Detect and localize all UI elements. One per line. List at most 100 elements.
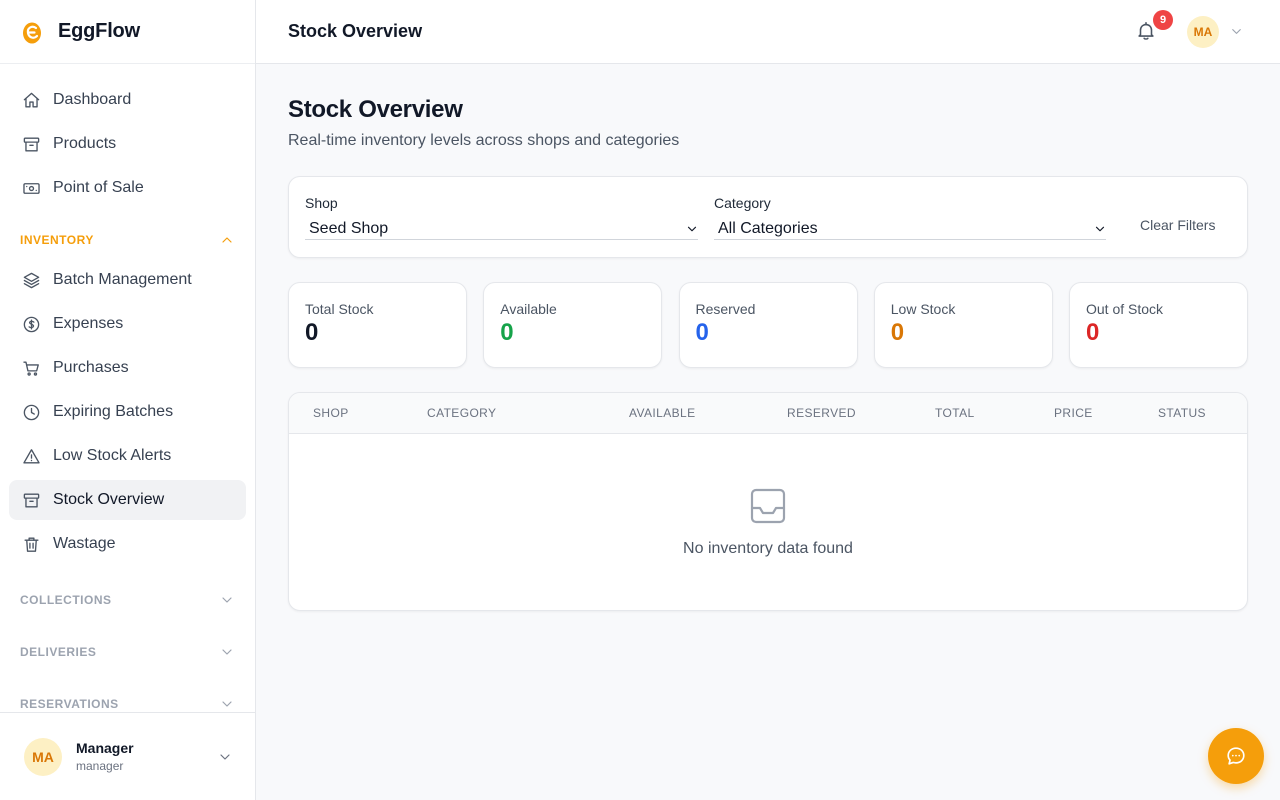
sidebar-item-expenses[interactable]: Expenses xyxy=(9,304,246,344)
sidebar-item-point-of-sale[interactable]: Point of Sale xyxy=(9,168,246,208)
avatar: MA xyxy=(1187,15,1219,48)
trash-icon xyxy=(21,534,41,554)
category-select-value: All Categories xyxy=(718,219,818,237)
column-header-category[interactable]: CATEGORY xyxy=(427,406,496,420)
user-info: Manager manager xyxy=(76,740,217,773)
stat-label: Low Stock xyxy=(890,301,956,317)
dollar-icon xyxy=(21,314,41,334)
sidebar-item-label: Wastage xyxy=(53,535,116,552)
sidebar-item-stock-overview[interactable]: Stock Overview xyxy=(9,480,246,520)
stat-label: Total Stock xyxy=(305,301,374,317)
shop-select-value: Seed Shop xyxy=(309,219,389,237)
sidebar-item-label: Products xyxy=(53,135,117,152)
column-header-total[interactable]: TOTAL xyxy=(935,406,975,420)
stats-cards: Total Stock 0 Available 0 Reserved 0 Low… xyxy=(288,282,1248,368)
chevron-down-icon xyxy=(687,226,697,231)
stat-value: 0 xyxy=(695,319,709,346)
sidebar-item-expiring-batches[interactable]: Expiring Batches xyxy=(9,392,246,432)
archive-icon xyxy=(21,490,41,510)
section-collections-toggle[interactable]: COLLECTIONS xyxy=(0,580,255,620)
section-title: RESERVATIONS xyxy=(20,697,119,711)
stat-value: 0 xyxy=(890,319,905,346)
category-filter: Category All Categories xyxy=(714,195,1106,240)
shop-filter: Shop Seed Shop xyxy=(305,195,698,240)
page-header-title: Stock Overview xyxy=(288,21,423,41)
table-header: SHOP CATEGORY AVAILABLE RESERVED TOTAL P… xyxy=(289,393,1247,434)
section-deliveries-toggle[interactable]: DELIVERIES xyxy=(0,632,255,672)
brand[interactable]: EggFlow xyxy=(0,0,255,64)
inbox-icon xyxy=(750,488,786,524)
stat-value: 0 xyxy=(1086,319,1100,346)
chevron-down-icon xyxy=(222,701,232,707)
clock-icon xyxy=(21,402,41,422)
column-header-shop[interactable]: SHOP xyxy=(313,406,349,420)
sidebar: EggFlow Dashboard Products Point of Sale… xyxy=(0,0,256,800)
user-role: manager xyxy=(76,759,124,773)
alert-triangle-icon xyxy=(21,446,41,466)
empty-state: No inventory data found xyxy=(289,434,1247,558)
sidebar-item-wastage[interactable]: Wastage xyxy=(9,524,246,564)
section-title: COLLECTIONS xyxy=(20,593,112,607)
chevron-down-icon xyxy=(222,649,232,655)
avatar: MA xyxy=(24,737,62,776)
topbar: Stock Overview 9 MA xyxy=(256,0,1280,64)
notifications-button[interactable]: 9 xyxy=(1135,9,1173,44)
chevron-up-icon xyxy=(222,237,232,243)
sidebar-item-products[interactable]: Products xyxy=(9,124,246,164)
chevron-down-icon xyxy=(220,753,230,760)
user-name: Manager xyxy=(76,740,134,756)
sidebar-item-purchases[interactable]: Purchases xyxy=(9,348,246,388)
category-filter-label: Category xyxy=(714,195,771,211)
section-title: DELIVERIES xyxy=(20,645,97,659)
layers-icon xyxy=(21,270,41,290)
shop-select[interactable]: Seed Shop xyxy=(305,218,698,240)
column-header-status[interactable]: STATUS xyxy=(1158,406,1206,420)
main-nav: Dashboard Products Point of Sale INVENTO… xyxy=(0,64,255,724)
sidebar-item-label: Purchases xyxy=(53,359,129,376)
page-title: Stock Overview xyxy=(288,96,463,123)
stat-card-out-of-stock: Out of Stock 0 xyxy=(1069,282,1248,368)
chevron-down-icon xyxy=(1095,226,1105,231)
inventory-table: SHOP CATEGORY AVAILABLE RESERVED TOTAL P… xyxy=(288,392,1248,611)
profile-menu[interactable]: MA xyxy=(1187,15,1244,48)
notification-badge: 9 xyxy=(1153,9,1173,30)
stat-label: Out of Stock xyxy=(1086,301,1164,317)
archive-icon xyxy=(21,134,41,154)
stat-card-available: Available 0 xyxy=(483,282,663,368)
sidebar-item-label: Stock Overview xyxy=(53,491,165,508)
sidebar-item-batch-management[interactable]: Batch Management xyxy=(9,260,246,300)
column-header-available[interactable]: AVAILABLE xyxy=(629,406,696,420)
sidebar-item-label: Dashboard xyxy=(53,91,132,108)
column-header-price[interactable]: PRICE xyxy=(1054,406,1093,420)
home-icon xyxy=(21,90,41,110)
sidebar-item-label: Point of Sale xyxy=(53,179,144,196)
sidebar-item-low-stock-alerts[interactable]: Low Stock Alerts xyxy=(9,436,246,476)
stat-label: Reserved xyxy=(695,301,756,317)
main-content: Stock Overview Real-time inventory level… xyxy=(288,96,1248,611)
cash-icon xyxy=(21,178,41,198)
eggflow-logo-icon xyxy=(23,22,41,43)
sidebar-item-label: Expiring Batches xyxy=(53,403,174,420)
stat-value: 0 xyxy=(305,319,319,346)
chevron-down-icon xyxy=(1232,29,1241,34)
chat-bubble-icon xyxy=(1227,747,1245,765)
chat-button[interactable] xyxy=(1208,728,1264,784)
brand-name: EggFlow xyxy=(58,20,140,42)
page-subtitle: Real-time inventory levels across shops … xyxy=(288,132,680,149)
shop-filter-label: Shop xyxy=(305,195,338,211)
sidebar-item-dashboard[interactable]: Dashboard xyxy=(9,80,246,120)
sidebar-item-label: Expenses xyxy=(53,315,124,332)
stat-card-total-stock: Total Stock 0 xyxy=(288,282,467,368)
stat-value: 0 xyxy=(500,319,514,346)
stat-card-low-stock: Low Stock 0 xyxy=(873,282,1053,368)
clear-filters-button[interactable]: Clear Filters xyxy=(1140,217,1215,233)
stat-card-reserved: Reserved 0 xyxy=(678,282,858,368)
column-header-reserved[interactable]: RESERVED xyxy=(787,406,856,420)
cart-icon xyxy=(21,358,41,378)
category-select[interactable]: All Categories xyxy=(714,218,1106,240)
sidebar-item-label: Low Stock Alerts xyxy=(53,447,172,464)
chevron-down-icon xyxy=(222,597,232,603)
empty-state-text: No inventory data found xyxy=(683,540,853,557)
user-menu[interactable]: MA Manager manager xyxy=(0,712,255,800)
section-inventory-toggle[interactable]: INVENTORY xyxy=(0,220,255,260)
